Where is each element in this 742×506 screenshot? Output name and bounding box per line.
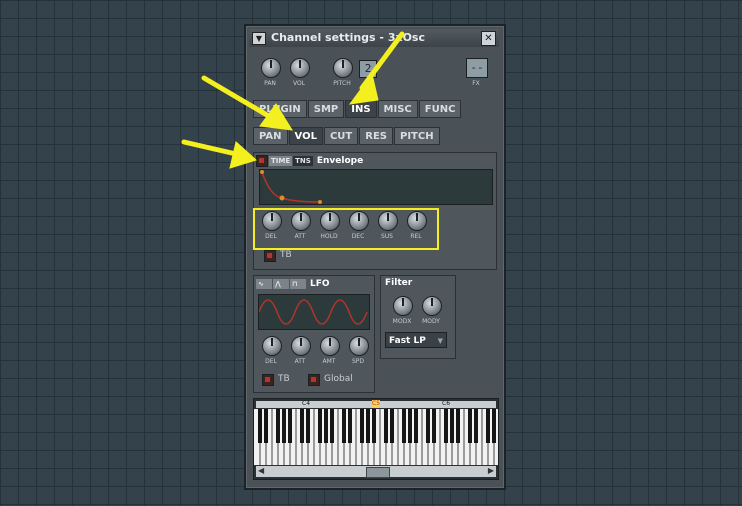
lfo-panel: ∿ ⋀ ⊓ LFO DEL ATT AMT SPD TB Global — [253, 275, 375, 393]
tab-vol[interactable]: VOL — [288, 127, 323, 145]
pitch-knob[interactable] — [333, 58, 353, 78]
tab-cut[interactable]: CUT — [323, 127, 359, 145]
time-button[interactable]: TIME — [269, 156, 293, 166]
lfo-att-knob[interactable] — [291, 336, 311, 356]
tab-pitch[interactable]: PITCH — [393, 127, 440, 145]
scroll-right-icon[interactable]: ▶ — [488, 466, 494, 475]
envelope-title: Envelope — [316, 156, 364, 166]
envelope-header: TIME TNS Envelope — [256, 155, 363, 167]
filter-panel: Filter MODX MODY Fast LP ▼ — [380, 275, 456, 359]
fx-lcd[interactable]: -- — [466, 58, 488, 78]
envelope-graph[interactable] — [259, 169, 493, 205]
env-tb-label: TB — [280, 250, 292, 260]
fx-label: FX — [472, 80, 480, 87]
vol-knob[interactable] — [290, 58, 310, 78]
envelope-enable-toggle[interactable] — [256, 155, 268, 167]
scroll-thumb[interactable] — [366, 467, 390, 478]
main-tabs: PLUGIN SMP INS MISC FUNC — [253, 100, 462, 118]
pan-knob-label: PAN — [264, 80, 276, 87]
scroll-left-icon[interactable]: ◀ — [258, 466, 264, 475]
envelope-curve — [260, 170, 322, 204]
channel-settings-window: ▼ Channel settings - 3xOsc ✕ PAN VOL PIT… — [244, 24, 506, 490]
lfo-global-toggle[interactable] — [308, 374, 320, 386]
env-tb-toggle[interactable] — [264, 250, 276, 262]
filter-mody-label: MODY — [422, 318, 440, 325]
piano-keyboard[interactable]: C4 C5 C6 ◀ ▶ — [253, 398, 499, 480]
filter-type-value: Fast LP — [389, 336, 426, 346]
title-bar[interactable]: ▼ Channel settings - 3xOsc ✕ — [249, 29, 499, 47]
keys — [254, 409, 498, 465]
tab-pan[interactable]: PAN — [253, 127, 288, 145]
lfo-sine-curve — [258, 299, 368, 325]
pan-knob[interactable] — [261, 58, 281, 78]
filter-modx-knob[interactable] — [393, 296, 413, 316]
window-title: Channel settings - 3xOsc — [271, 31, 425, 44]
lfo-spd-knob[interactable] — [349, 336, 369, 356]
target-tabs: PAN VOL CUT RES PITCH — [253, 127, 440, 145]
filter-mody-knob[interactable] — [422, 296, 442, 316]
vol-knob-label: VOL — [292, 80, 306, 87]
tab-func[interactable]: FUNC — [418, 100, 462, 118]
close-icon[interactable]: ✕ — [481, 31, 496, 46]
keyboard-scrollbar[interactable]: ◀ ▶ — [256, 466, 496, 478]
sine-wave-icon[interactable]: ∿ — [256, 279, 272, 289]
tab-misc[interactable]: MISC — [377, 100, 418, 118]
lfo-global-label: Global — [324, 374, 353, 384]
marker-c5: C5 — [372, 400, 381, 407]
window-menu-icon[interactable]: ▼ — [252, 32, 266, 45]
chevron-down-icon: ▼ — [437, 337, 443, 345]
filter-modx-label: MODX — [392, 318, 412, 325]
triangle-wave-icon[interactable]: ⋀ — [273, 279, 289, 289]
arrow-to-envelope-toggle — [181, 139, 239, 157]
tab-plugin[interactable]: PLUGIN — [253, 100, 307, 118]
channel-lcd[interactable]: 2 — [359, 60, 377, 78]
pitch-knob-label: PITCH — [333, 80, 351, 87]
lfo-header: ∿ ⋀ ⊓ LFO — [256, 278, 330, 290]
lfo-title: LFO — [310, 279, 330, 289]
knobs-highlight-box — [253, 208, 439, 250]
lfo-tb-label: TB — [278, 374, 290, 384]
lfo-tb-toggle[interactable] — [262, 374, 274, 386]
lfo-del-label: DEL — [265, 358, 277, 365]
lfo-amt-label: AMT — [322, 358, 336, 365]
square-wave-icon[interactable]: ⊓ — [290, 279, 306, 289]
tns-button[interactable]: TNS — [293, 156, 313, 166]
tab-res[interactable]: RES — [359, 127, 393, 145]
lfo-del-knob[interactable] — [262, 336, 282, 356]
key-range-bar: C4 C5 C6 — [256, 400, 496, 408]
tab-ins[interactable]: INS — [345, 100, 377, 118]
filter-title: Filter — [385, 278, 413, 288]
marker-c4: C4 — [302, 400, 311, 407]
lfo-spd-label: SPD — [351, 358, 365, 365]
lfo-amt-knob[interactable] — [320, 336, 340, 356]
marker-c6: C6 — [442, 400, 451, 407]
lfo-graph — [258, 294, 370, 330]
filter-type-select[interactable]: Fast LP ▼ — [385, 332, 447, 348]
lfo-att-label: ATT — [294, 358, 306, 365]
tab-smp[interactable]: SMP — [307, 100, 345, 118]
